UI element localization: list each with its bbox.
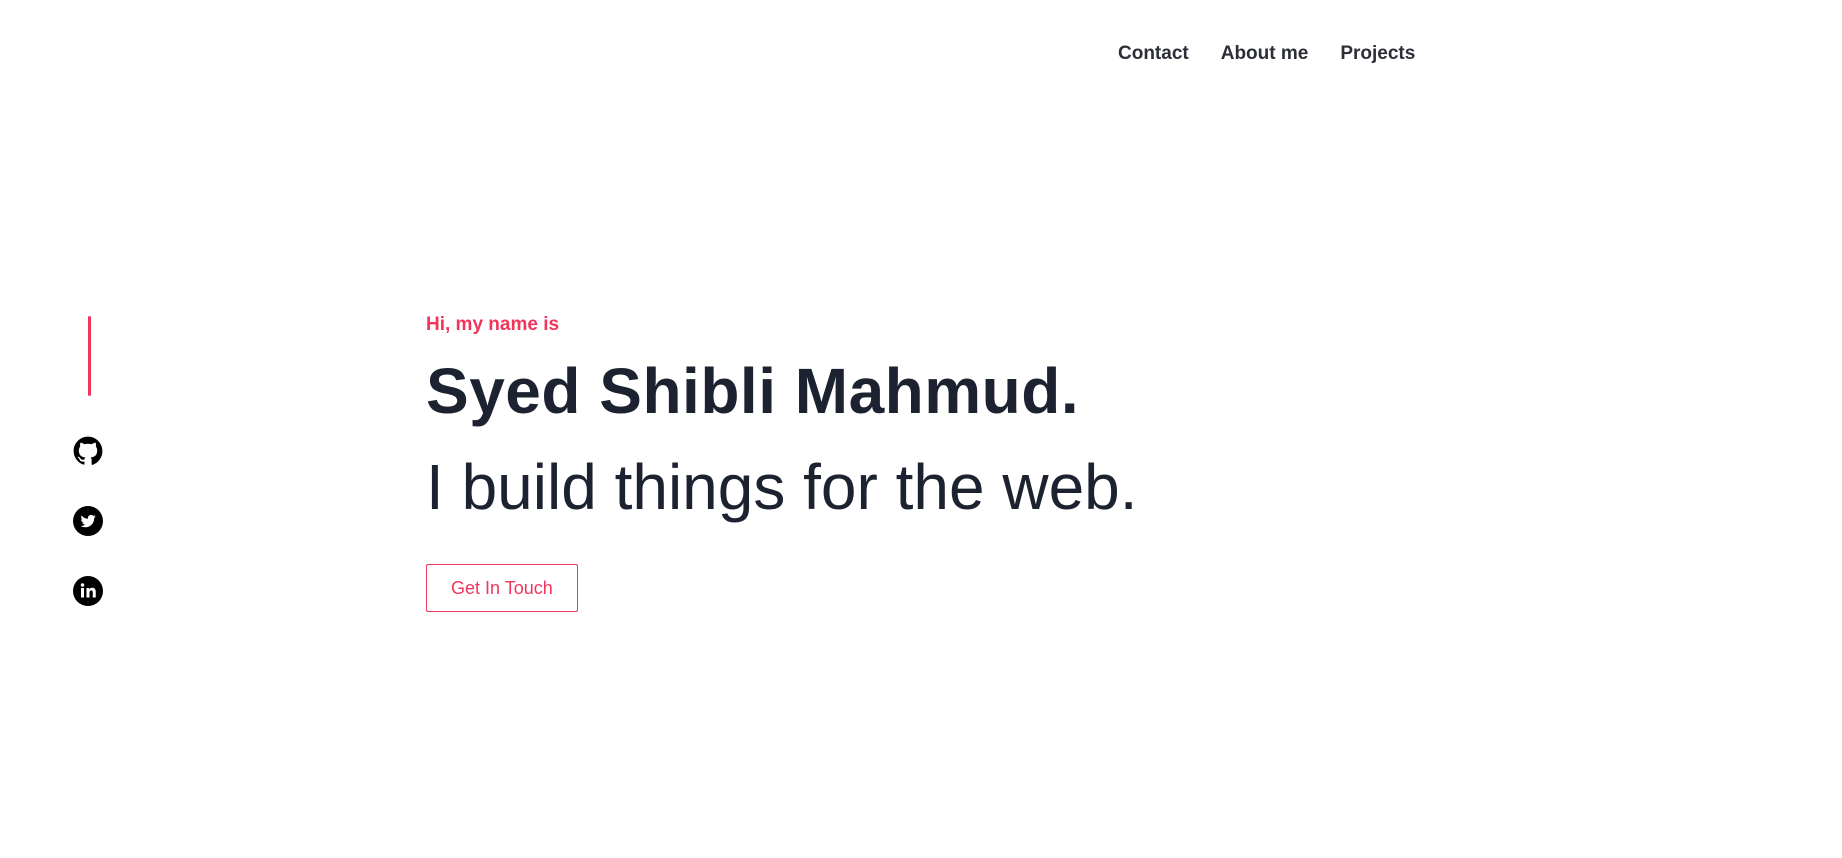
hero-name: Syed Shibli Mahmud. [426,355,1080,427]
hero-tagline: I build things for the web. [426,451,1138,523]
nav-about-me-link[interactable]: About me [1221,40,1309,68]
portfolio-page: Contact About me Projects Hi, my name is… [0,0,1842,858]
linkedin-icon [73,576,103,606]
top-nav: Contact About me Projects [1118,40,1447,68]
twitter-link[interactable] [73,506,103,536]
linkedin-link[interactable] [73,576,103,606]
hero-section: Hi, my name is Syed Shibli Mahmud. I bui… [426,312,1138,612]
github-link[interactable] [73,436,103,466]
twitter-icon [73,506,103,536]
get-in-touch-button[interactable]: Get In Touch [426,564,578,612]
social-rail-accent-line [88,316,91,396]
hero-greeting: Hi, my name is [426,314,560,335]
github-icon [73,436,103,466]
nav-projects-link[interactable]: Projects [1340,40,1415,68]
nav-contact-link[interactable]: Contact [1118,40,1189,68]
